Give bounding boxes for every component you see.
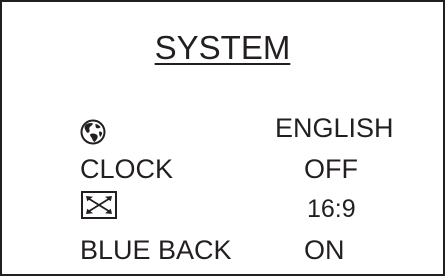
menu-item-aspect-ratio[interactable]: 16:9 <box>2 189 443 229</box>
menu-title: SYSTEM <box>2 28 443 68</box>
menu-item-label: BLUE BACK <box>80 235 232 265</box>
menu-item-blue-back[interactable]: BLUE BACK ON <box>2 230 443 270</box>
system-menu: SYSTEM ENGLISH CLOCK OFF 16:9 BLUE BACK … <box>0 0 445 276</box>
language-value[interactable]: ENGLISH <box>275 108 394 148</box>
menu-item-label: CLOCK <box>80 154 174 184</box>
globe-icon <box>80 116 106 145</box>
aspect-ratio-value[interactable]: 16:9 <box>307 189 356 229</box>
menu-item-language[interactable]: ENGLISH <box>2 108 443 148</box>
aspect-ratio-icon <box>81 190 117 219</box>
menu-item-clock[interactable]: CLOCK OFF <box>2 149 443 189</box>
menu-title-text: SYSTEM <box>154 29 291 66</box>
blue-back-value[interactable]: ON <box>304 230 345 270</box>
clock-value[interactable]: OFF <box>304 149 358 189</box>
